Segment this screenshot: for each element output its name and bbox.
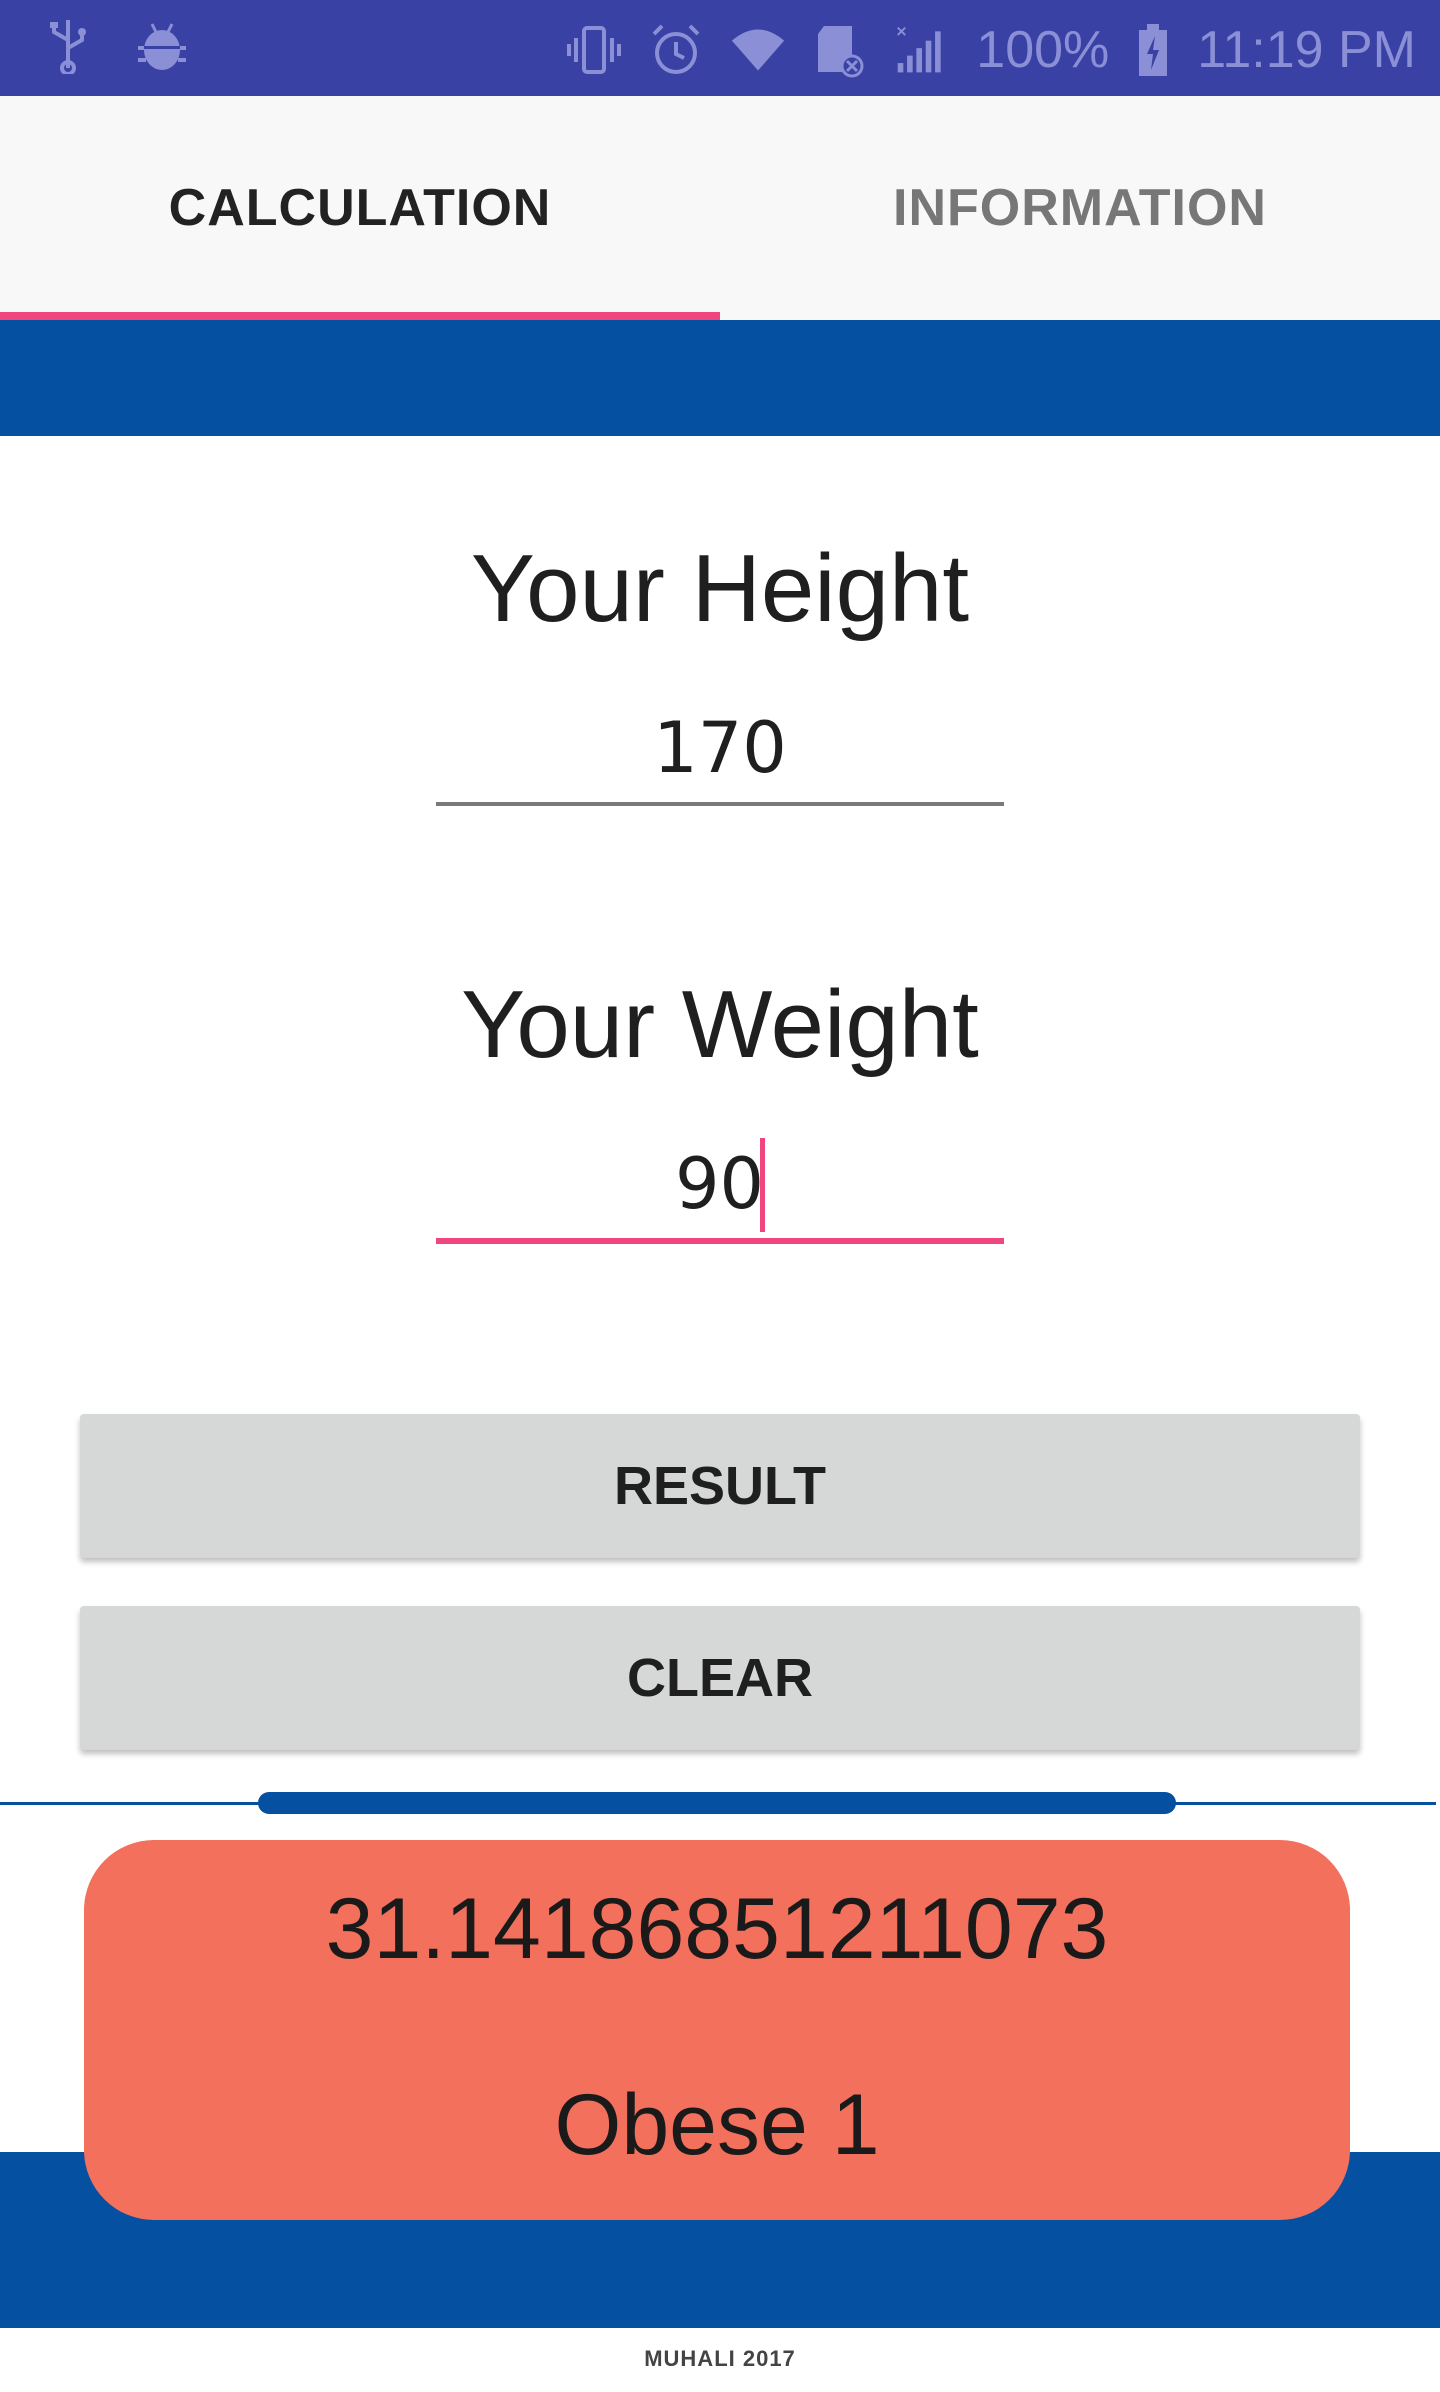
usb-icon (40, 18, 96, 74)
sd-card-icon (812, 22, 868, 78)
wifi-icon (730, 22, 786, 78)
status-bar-left (40, 18, 190, 74)
clear-button[interactable]: CLEAR (80, 1606, 1360, 1750)
result-button[interactable]: RESULT (80, 1414, 1360, 1558)
height-input-value: 170 (653, 707, 787, 789)
battery-icon (1135, 22, 1171, 78)
footer-credit: MUHALI 2017 (644, 2346, 796, 2371)
tab-bar: CALCULATION INFORMATION (0, 96, 1440, 320)
tab-selected-indicator (0, 312, 720, 320)
text-cursor (760, 1137, 766, 1232)
weight-input[interactable]: 90 (436, 1130, 1004, 1244)
weight-label: Your Weight (461, 971, 979, 1078)
status-bar: 100% 11:19 PM (0, 0, 1440, 96)
bmi-value: 31.14186851211073 (325, 1881, 1109, 1977)
clock: 11:19 PM (1197, 21, 1416, 79)
bmi-category: Obese 1 (554, 2077, 880, 2173)
tab-calculation[interactable]: CALCULATION (0, 96, 720, 320)
status-bar-right: 100% 11:19 PM (566, 10, 1416, 90)
vibrate-icon (566, 22, 622, 78)
result-card: 31.14186851211073 Obese 1 (84, 1840, 1350, 2220)
progress-bar (258, 1792, 1176, 1814)
height-input[interactable]: 170 (436, 694, 1004, 806)
android-debug-icon (134, 18, 190, 74)
alarm-icon (648, 22, 704, 78)
battery-percentage: 100% (976, 21, 1110, 79)
weight-input-value: 90 (674, 1143, 765, 1225)
tab-information[interactable]: INFORMATION (720, 96, 1440, 320)
signal-icon (894, 22, 950, 78)
header-band (0, 320, 1440, 436)
height-label: Your Height (470, 535, 970, 642)
